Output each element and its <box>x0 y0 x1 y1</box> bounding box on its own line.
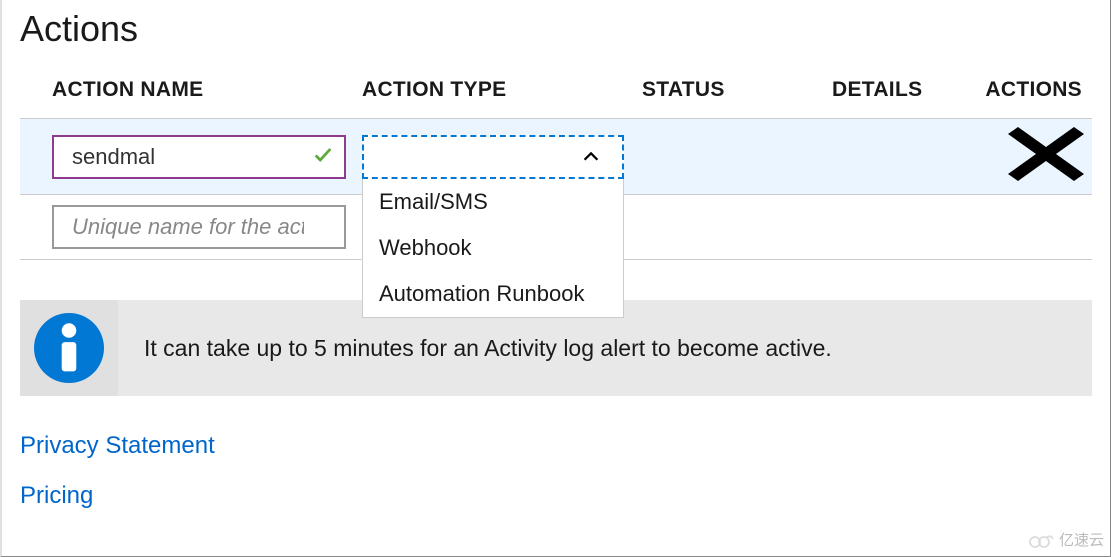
delete-icon[interactable] <box>1008 127 1084 186</box>
info-icon-box <box>20 300 118 396</box>
column-header-type: ACTION TYPE <box>362 78 642 102</box>
privacy-statement-link[interactable]: Privacy Statement <box>20 432 1092 460</box>
dropdown-option-email-sms[interactable]: Email/SMS <box>363 179 623 225</box>
new-action-name-input[interactable] <box>52 205 346 249</box>
info-icon <box>34 313 104 383</box>
table-header: ACTION NAME ACTION TYPE STATUS DETAILS A… <box>20 78 1092 119</box>
watermark-text: 亿速云 <box>1059 529 1104 550</box>
dropdown-option-automation-runbook[interactable]: Automation Runbook <box>363 271 623 317</box>
column-header-status: STATUS <box>642 78 832 102</box>
action-type-select[interactable] <box>362 135 624 179</box>
action-type-wrap: Email/SMS Webhook Automation Runbook <box>362 135 624 179</box>
checkmark-icon <box>312 143 334 170</box>
new-action-name-wrap <box>52 205 346 249</box>
action-type-dropdown: Email/SMS Webhook Automation Runbook <box>362 179 624 318</box>
page-title: Actions <box>20 8 1092 50</box>
column-header-details: DETAILS <box>832 78 982 102</box>
pricing-link[interactable]: Pricing <box>20 482 1092 510</box>
column-header-name: ACTION NAME <box>52 78 362 102</box>
watermark: 亿速云 <box>1027 529 1104 550</box>
action-name-wrap <box>52 135 346 179</box>
table-row: Email/SMS Webhook Automation Runbook <box>20 119 1092 195</box>
info-message: It can take up to 5 minutes for an Activ… <box>118 335 832 362</box>
column-header-actions: ACTIONS <box>982 78 1092 102</box>
action-name-input[interactable] <box>52 135 346 179</box>
dropdown-option-webhook[interactable]: Webhook <box>363 225 623 271</box>
chevron-up-icon <box>580 146 602 168</box>
